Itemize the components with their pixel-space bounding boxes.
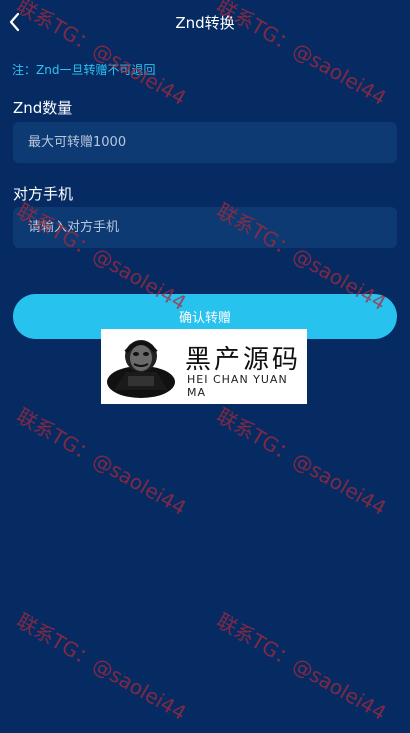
watermark-text: 联系TG：@saolei44 [13, 609, 191, 726]
watermark-text: 联系TG：@saolei44 [13, 404, 191, 521]
watermark-text: 联系TG：@saolei44 [213, 609, 391, 726]
phone-label: 对方手机 [13, 185, 74, 203]
logo: 黑产源码 HEI CHAN YUAN MA [101, 329, 307, 404]
logo-text-en: HEI CHAN YUAN MA [187, 373, 288, 399]
page-title: Znd转换 [175, 14, 235, 32]
phone-input[interactable] [13, 207, 397, 248]
hacker-mascot-icon [107, 340, 175, 398]
amount-input[interactable] [13, 122, 397, 163]
top-bar: Znd转换 [0, 0, 410, 44]
amount-label: Znd数量 [13, 99, 73, 117]
watermark-text: 联系TG：@saolei44 [213, 404, 391, 521]
logo-text-cn: 黑产源码 [185, 345, 302, 375]
transfer-notice: 注：Znd一旦转赠不可退回 [12, 63, 156, 77]
